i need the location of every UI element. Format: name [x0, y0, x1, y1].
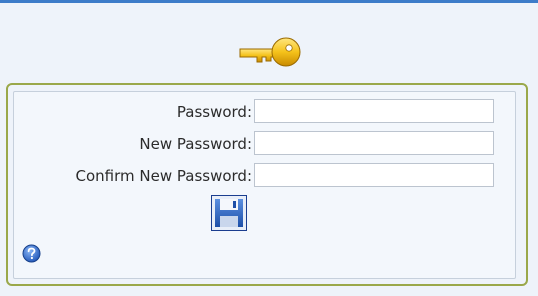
key-icon [239, 37, 301, 67]
password-row: Password: [14, 99, 498, 125]
help-icon[interactable] [22, 244, 41, 263]
new-password-row: New Password: [14, 131, 498, 157]
floppy-disk-icon [215, 199, 243, 227]
change-password-form: Password: New Password: Confirm New Pass… [13, 91, 516, 279]
confirm-new-password-row: Confirm New Password: [14, 163, 498, 189]
save-button[interactable] [211, 195, 247, 231]
confirm-new-password-label: Confirm New Password: [75, 167, 253, 185]
new-password-label: New Password: [139, 135, 252, 153]
window-top-border [0, 0, 538, 3]
password-label: Password: [176, 103, 252, 121]
change-password-panel: Password: New Password: Confirm New Pass… [6, 83, 528, 286]
password-input[interactable] [254, 99, 494, 123]
new-password-input[interactable] [254, 131, 494, 155]
confirm-new-password-input[interactable] [254, 163, 494, 187]
